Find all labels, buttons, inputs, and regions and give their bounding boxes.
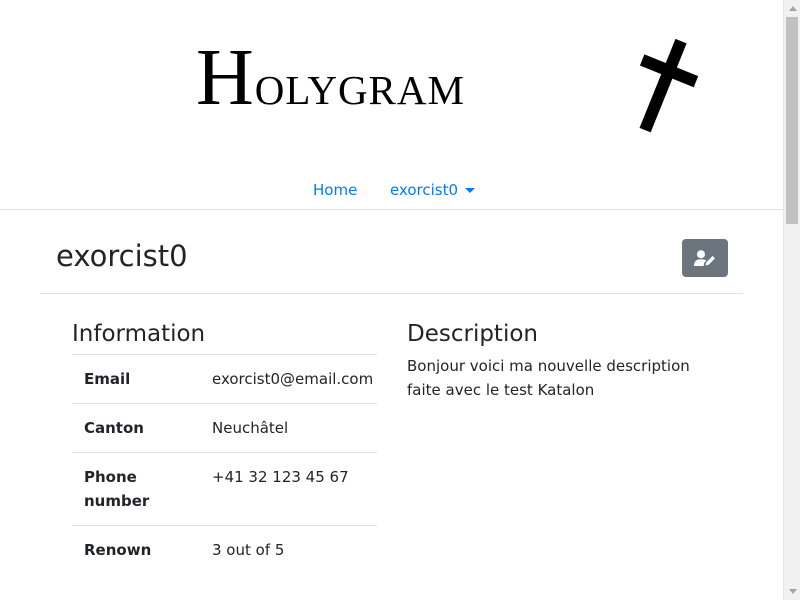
cross-icon xyxy=(639,38,699,133)
page-scrollbar[interactable] xyxy=(783,0,800,600)
description-heading: Description xyxy=(407,321,538,347)
scroll-thumb[interactable] xyxy=(786,17,798,224)
chevron-down-icon xyxy=(465,188,476,193)
information-table: Email exorcist0@email.com Canton Neuchât… xyxy=(72,354,377,574)
description-text: Bonjour voici ma nouvelle description fa… xyxy=(407,357,690,399)
scroll-up-icon[interactable] xyxy=(784,0,800,17)
email-label: Email xyxy=(84,370,131,388)
phone-label: Phone number xyxy=(84,468,150,510)
nav-user-label: exorcist0 xyxy=(390,181,459,199)
canton-value: Neuchâtel xyxy=(212,419,289,437)
site-logo[interactable]: Holygram xyxy=(196,38,465,118)
nav-home-link[interactable]: Home xyxy=(313,178,357,202)
nav-user-dropdown[interactable]: exorcist0 xyxy=(390,178,476,202)
scroll-down-icon[interactable] xyxy=(784,583,800,600)
renown-value: 3 out of 5 xyxy=(212,541,285,559)
user-edit-icon xyxy=(694,250,715,266)
email-value: exorcist0@email.com xyxy=(212,370,374,388)
table-row: Phone number +41 32 123 45 67 xyxy=(72,452,377,526)
table-row: Canton Neuchâtel xyxy=(72,403,377,453)
table-row: Email exorcist0@email.com xyxy=(72,354,377,404)
canton-label: Canton xyxy=(84,419,144,437)
phone-value: +41 32 123 45 67 xyxy=(212,468,349,486)
section-divider xyxy=(40,293,743,294)
edit-profile-button[interactable] xyxy=(682,239,728,277)
renown-label: Renown xyxy=(84,541,152,559)
main-nav: Home exorcist0 xyxy=(0,178,783,202)
nav-divider xyxy=(0,209,783,210)
table-row: Renown 3 out of 5 xyxy=(72,525,377,575)
page-title: exorcist0 xyxy=(56,239,188,273)
information-heading: Information xyxy=(72,321,206,347)
site-title: Holygram xyxy=(196,34,465,122)
